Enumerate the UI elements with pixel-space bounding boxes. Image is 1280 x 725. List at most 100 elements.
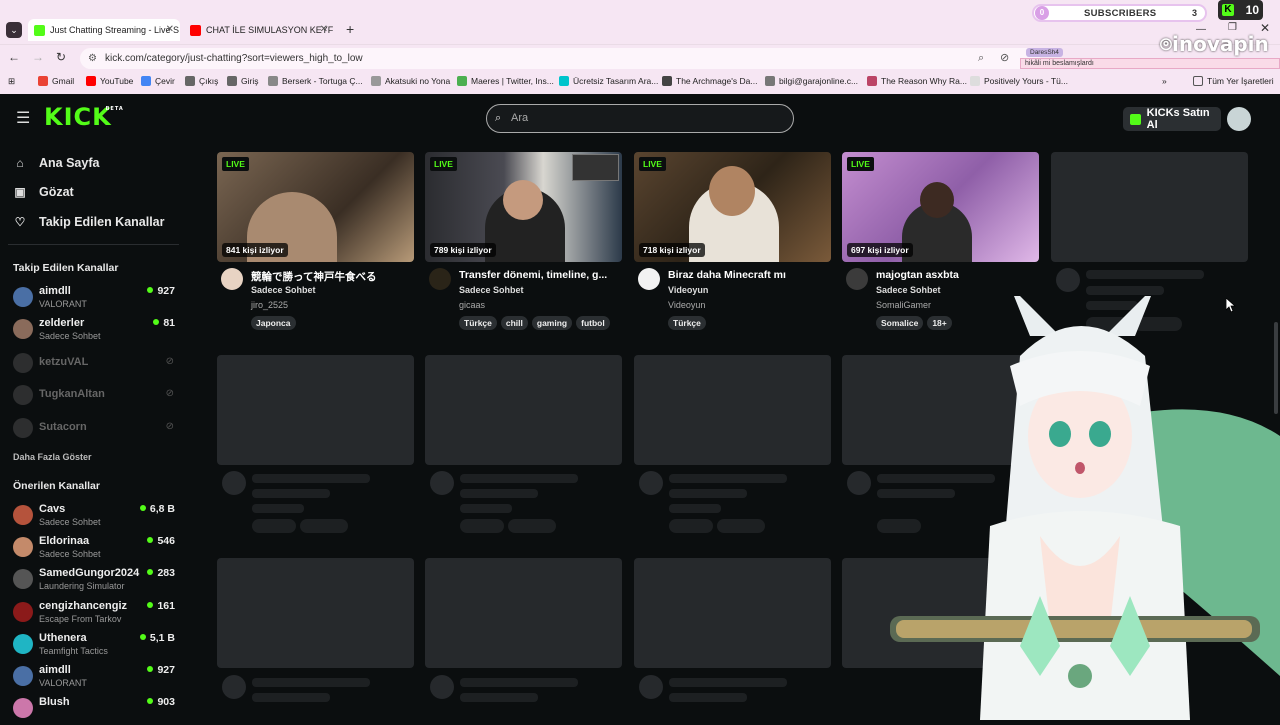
- new-tab-icon[interactable]: +: [346, 21, 354, 37]
- recommended-channel-aimdll[interactable]: aimdll VALORANT 927: [13, 663, 178, 693]
- chat-popup: DaresSh4 hikâli mi beslamışlardı: [1020, 46, 1280, 72]
- search-input[interactable]: ⌕ Ara: [486, 104, 794, 133]
- skeleton-thumbnail: [634, 355, 831, 465]
- bookmark-archmage[interactable]: The Archmage's Da...: [662, 76, 757, 86]
- site-info-icon[interactable]: ⚙: [88, 48, 97, 69]
- bookmark-icon: [662, 76, 672, 86]
- skeleton-line: [669, 489, 747, 498]
- bookmark-maeres[interactable]: Maeres | Twitter, Ins...: [457, 76, 554, 86]
- eye-off-icon[interactable]: ⊘: [1000, 48, 1009, 69]
- skeleton-line: [669, 474, 787, 483]
- bookmark-reason[interactable]: The Reason Why Ra...: [867, 76, 967, 86]
- skeleton-line: [669, 504, 721, 513]
- bookmark-tasarim[interactable]: Ücretsiz Tasarım Ara...: [559, 76, 658, 86]
- bookmark-icon: [268, 76, 278, 86]
- stream-category[interactable]: Sadece Sohbet: [876, 285, 941, 295]
- back-icon[interactable]: ←: [8, 50, 20, 64]
- kick-logo[interactable]: KICK BETA: [44, 103, 123, 131]
- zoom-icon[interactable]: ⌕: [978, 48, 984, 69]
- url-field[interactable]: ⚙ kick.com/category/just-chatting?sort=v…: [80, 48, 1040, 69]
- stream-title[interactable]: Biraz daha Minecraft mı: [668, 269, 828, 281]
- stream-category[interactable]: Videoyun: [668, 285, 708, 295]
- nav-browse[interactable]: ▣ Gözat: [13, 185, 73, 199]
- close-tab-icon[interactable]: ✕: [320, 24, 328, 35]
- close-tab-icon[interactable]: ✕: [166, 24, 174, 35]
- skeleton-avatar: [222, 471, 246, 495]
- skeleton-line: [252, 678, 370, 687]
- stream-thumbnail[interactable]: LIVE 841 kişi izliyor: [217, 152, 414, 262]
- tab-title: CHAT İLE SIMULASYON KEYFİ |: [206, 25, 334, 35]
- all-bookmarks[interactable]: Tüm Yer İşaretleri: [1193, 76, 1274, 86]
- bookmark-positively[interactable]: Positively Yours - Tü...: [970, 76, 1068, 86]
- avatar[interactable]: [846, 268, 868, 290]
- viewer-count: 546: [147, 535, 175, 547]
- bookmark-akatsuki[interactable]: Akatsuki no Yona: [371, 76, 450, 86]
- tag[interactable]: Türkçe: [459, 316, 497, 330]
- offline-icon: ⊘: [165, 356, 174, 367]
- nav-home[interactable]: ⌂ Ana Sayfa: [13, 156, 99, 170]
- recommended-channel-blush[interactable]: Blush 903: [13, 695, 178, 725]
- recommended-heading: Önerilen Kanallar: [13, 480, 100, 492]
- avatar[interactable]: [221, 268, 243, 290]
- avatar: [13, 634, 33, 654]
- stream-thumbnail[interactable]: LIVE 718 kişi izliyor: [634, 152, 831, 262]
- bookmark-cikis[interactable]: Çıkış: [185, 76, 218, 86]
- tag[interactable]: futbol: [576, 316, 610, 330]
- skeleton-tag: [717, 519, 765, 533]
- buy-kicks-button[interactable]: KICKs Satın Al: [1123, 107, 1221, 131]
- avatar[interactable]: [429, 268, 451, 290]
- show-more-link[interactable]: Daha Fazla Göster: [13, 452, 92, 462]
- tag[interactable]: chill: [500, 316, 528, 330]
- tab-title: Just Chatting Streaming - Live S: [50, 25, 180, 35]
- forward-icon[interactable]: →: [32, 50, 44, 64]
- followed-channel-zelderler[interactable]: zelderler Sadece Sohbet 81: [13, 316, 178, 346]
- stream-title[interactable]: Transfer dönemi, timeline, g...: [459, 269, 619, 281]
- nav-following[interactable]: ♡ Takip Edilen Kanallar: [13, 215, 165, 229]
- tag[interactable]: gaming: [531, 316, 573, 330]
- stream-username[interactable]: gicaas: [459, 300, 485, 310]
- tag[interactable]: Türkçe: [668, 316, 706, 330]
- tab-search-button[interactable]: ⌄: [6, 22, 22, 38]
- bookmark-berserk[interactable]: Berserk - Tortuga Ç...: [268, 76, 363, 86]
- more-bookmarks-icon[interactable]: »: [1162, 76, 1167, 86]
- recommended-channel-cengizhan[interactable]: cengizhancengiz Escape From Tarkov 161: [13, 599, 178, 629]
- stream-category[interactable]: Sadece Sohbet: [459, 285, 524, 295]
- offline-channel-sutacorn[interactable]: Sutacorn ⊘: [13, 415, 178, 445]
- avatar: [13, 319, 33, 339]
- stream-thumbnail[interactable]: LIVE 697 kişi izliyor: [842, 152, 1039, 262]
- stream-thumbnail[interactable]: LIVE 789 kişi izliyor: [425, 152, 622, 262]
- stream-username[interactable]: Videoyun: [668, 300, 705, 310]
- avatar[interactable]: [1227, 107, 1251, 131]
- tab-just-chatting[interactable]: Just Chatting Streaming - Live S ✕: [28, 19, 180, 41]
- avatar[interactable]: [638, 268, 660, 290]
- skeleton-line: [460, 504, 512, 513]
- bookmark-gmail[interactable]: Gmail: [38, 76, 74, 86]
- bookmark-youtube[interactable]: YouTube: [86, 76, 133, 86]
- tab-chat-simulasyon[interactable]: CHAT İLE SIMULASYON KEYFİ | ✕: [184, 19, 334, 41]
- bookmark-giris[interactable]: Giriş: [227, 76, 258, 86]
- tag[interactable]: Japonca: [251, 316, 296, 330]
- recommended-channel-samedgungor[interactable]: SamedGungor2024 Laundering Simulator 283: [13, 566, 178, 596]
- stream-category[interactable]: Sadece Sohbet: [251, 285, 316, 295]
- offline-channel-ketzuval[interactable]: ketzuVAL ⊘: [13, 350, 178, 380]
- translate-icon: [141, 76, 151, 86]
- recommended-channel-cavs[interactable]: Cavs Sadece Sohbet 6,8 B: [13, 502, 178, 532]
- offline-channel-tugkanaltan[interactable]: TugkanAltan ⊘: [13, 382, 178, 412]
- followed-channel-aimdll[interactable]: aimdll VALORANT 927: [13, 284, 178, 314]
- stream-title[interactable]: majogtan asxbta: [876, 269, 1036, 281]
- apps-icon[interactable]: ⊞: [8, 76, 15, 87]
- recommended-channel-eldorinaa[interactable]: Eldorinaa Sadece Sohbet 546: [13, 534, 178, 564]
- reload-icon[interactable]: ↻: [56, 50, 66, 64]
- menu-icon[interactable]: ☰: [16, 108, 30, 128]
- recommended-channel-uthenera[interactable]: Uthenera Teamfight Tactics 5,1 B: [13, 631, 178, 661]
- viewer-count: 697 kişi izliyor: [847, 243, 913, 257]
- stream-username[interactable]: jiro_2525: [251, 300, 288, 310]
- streamer-face: [920, 182, 954, 218]
- bookmark-cevir[interactable]: Çevir: [141, 76, 175, 86]
- beta-badge: BETA: [105, 106, 124, 112]
- vtuber-illustration: [890, 286, 1280, 720]
- bookmark-bilgi[interactable]: bilgi@garajonline.c...: [765, 76, 858, 86]
- bookmark-icon: [970, 76, 980, 86]
- bookmark-icon: [867, 76, 877, 86]
- stream-title[interactable]: 競輪で勝って神戸牛食べる: [251, 269, 411, 284]
